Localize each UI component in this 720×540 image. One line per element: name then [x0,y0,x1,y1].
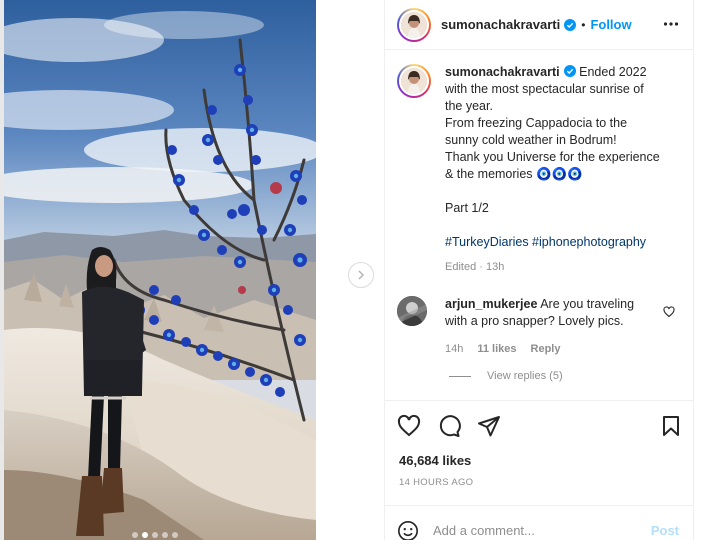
comment-meta: 14h 11 likes Reply [445,341,655,358]
view-replies-label: View replies (5) [487,370,563,382]
comment-reply-button[interactable]: Reply [531,341,561,358]
carousel-dots [132,532,178,538]
caption-text: sumonachakravarti Ended 2022 with the mo… [445,64,673,276]
caption-line: & the memories 🧿🧿🧿 [445,167,583,181]
carousel-dot [132,532,138,538]
more-horizontal-icon[interactable] [663,16,679,32]
comment-like-heart-icon[interactable] [663,306,675,318]
post-timestamp: 14 HOURS AGO [399,477,474,488]
carousel-dot [172,532,178,538]
caption-line: with the most spectacular sunrise of [445,82,644,96]
heart-icon [397,414,421,436]
author-avatar-image [401,11,427,38]
comment-input[interactable]: Add a comment... [433,523,535,538]
caption: sumonachakravarti Ended 2022 with the mo… [397,64,687,276]
commenter-username[interactable]: arjun_mukerjee [445,297,537,311]
commenter-avatar-image [397,296,427,326]
caption-line: Ended 2022 [579,65,647,79]
share-button[interactable] [477,414,501,438]
cappadocia-photo [4,0,316,540]
view-replies-line [449,375,471,377]
comment-button[interactable] [437,414,461,438]
caption-line: the year. [445,99,493,113]
paper-plane-icon [478,415,500,436]
header-separator: • [581,17,586,32]
carousel-dot [142,532,148,538]
carousel-dot [152,532,158,538]
right-gutter [694,0,720,540]
caption-edited-time: Edited · 13h [445,261,505,273]
caption-line: From freezing Cappadocia to the [445,116,628,130]
commenter-avatar[interactable] [397,296,427,326]
likes-count[interactable]: 46,684 likes [399,453,471,468]
chevron-right-icon [358,270,364,280]
comment-time: 14h [445,343,464,355]
verified-badge-icon [563,65,576,77]
post-header: sumonachakravarti • Follow [385,0,695,50]
author-username[interactable]: sumonachakravarti [441,17,560,32]
bookmark-icon [663,416,679,436]
action-bar [385,400,695,450]
author-avatar[interactable] [397,7,431,42]
post-sidebar: sumonachakravarti • Follow sumonachakrav… [384,0,695,540]
caption-username[interactable]: sumonachakravarti [445,65,560,79]
caption-part: Part 1/2 [445,201,489,215]
post-comment-button[interactable]: Post [651,523,679,538]
next-photo-button[interactable] [348,262,374,288]
save-button[interactable] [661,415,681,442]
follow-button[interactable]: Follow [590,17,631,32]
post-photo[interactable] [4,0,316,540]
view-replies-button[interactable]: View replies (5) [449,370,563,382]
comment-item: arjun_mukerjee Are you traveling with a … [397,296,687,358]
add-comment-bar: Add a comment... Post [385,505,695,540]
verified-badge-icon [564,18,577,31]
caption-line: Thank you Universe for the experience [445,150,660,164]
caption-avatar[interactable] [397,64,431,98]
caption-hashtags[interactable]: #TurkeyDiaries #iphonephotography [445,234,673,251]
comment-likes[interactable]: 11 likes [477,341,516,358]
caption-line: sunny cold weather in Bodrum! [445,133,617,147]
caption-avatar-image [401,68,427,94]
comment-body: arjun_mukerjee Are you traveling with a … [445,296,655,358]
comment-bubble-icon [439,414,461,437]
like-button[interactable] [397,414,421,438]
carousel-dot [162,532,168,538]
emoji-icon[interactable] [397,520,419,540]
